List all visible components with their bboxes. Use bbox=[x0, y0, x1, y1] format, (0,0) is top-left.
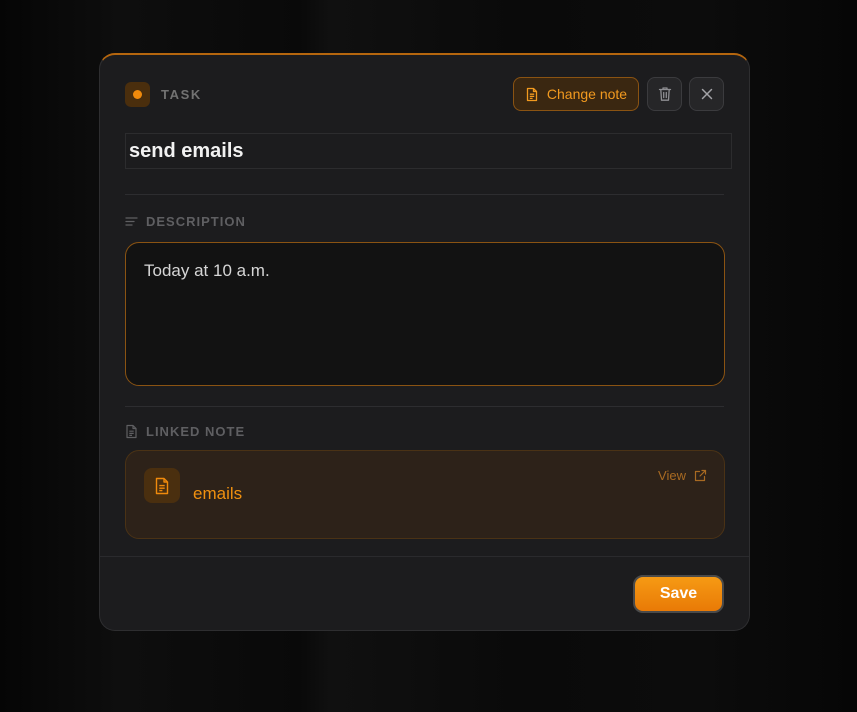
close-button[interactable] bbox=[689, 77, 724, 111]
external-link-icon bbox=[694, 469, 707, 482]
delete-button[interactable] bbox=[647, 77, 682, 111]
divider bbox=[125, 406, 724, 407]
description-heading: DESCRIPTION bbox=[125, 214, 246, 229]
document-icon bbox=[125, 424, 138, 439]
linked-note-card[interactable]: emails View bbox=[125, 450, 725, 539]
divider bbox=[125, 194, 724, 195]
view-label: View bbox=[658, 468, 686, 483]
document-icon bbox=[525, 87, 539, 102]
linked-note-label: LINKED NOTE bbox=[146, 424, 246, 439]
note-chip bbox=[144, 468, 180, 503]
document-icon bbox=[154, 477, 170, 495]
change-note-button[interactable]: Change note bbox=[513, 77, 639, 111]
footer-divider bbox=[100, 556, 749, 557]
description-label: DESCRIPTION bbox=[146, 214, 246, 229]
task-label: TASK bbox=[161, 87, 202, 102]
view-note-link[interactable]: View bbox=[658, 468, 707, 483]
description-textarea[interactable]: Today at 10 a.m. bbox=[125, 242, 725, 386]
linked-note-heading: LINKED NOTE bbox=[125, 424, 245, 439]
task-modal: TASK Change note send emails DESCRIPTION… bbox=[99, 53, 750, 631]
trash-icon bbox=[658, 86, 672, 102]
linked-note-name: emails bbox=[193, 484, 243, 503]
task-title-input[interactable] bbox=[125, 133, 732, 169]
task-status-chip bbox=[125, 82, 150, 107]
close-icon bbox=[701, 88, 713, 100]
save-button[interactable]: Save bbox=[633, 575, 724, 613]
dot-icon bbox=[133, 90, 142, 99]
change-note-label: Change note bbox=[546, 86, 628, 102]
modal-header: TASK Change note bbox=[125, 77, 724, 113]
text-lines-icon bbox=[125, 216, 138, 227]
